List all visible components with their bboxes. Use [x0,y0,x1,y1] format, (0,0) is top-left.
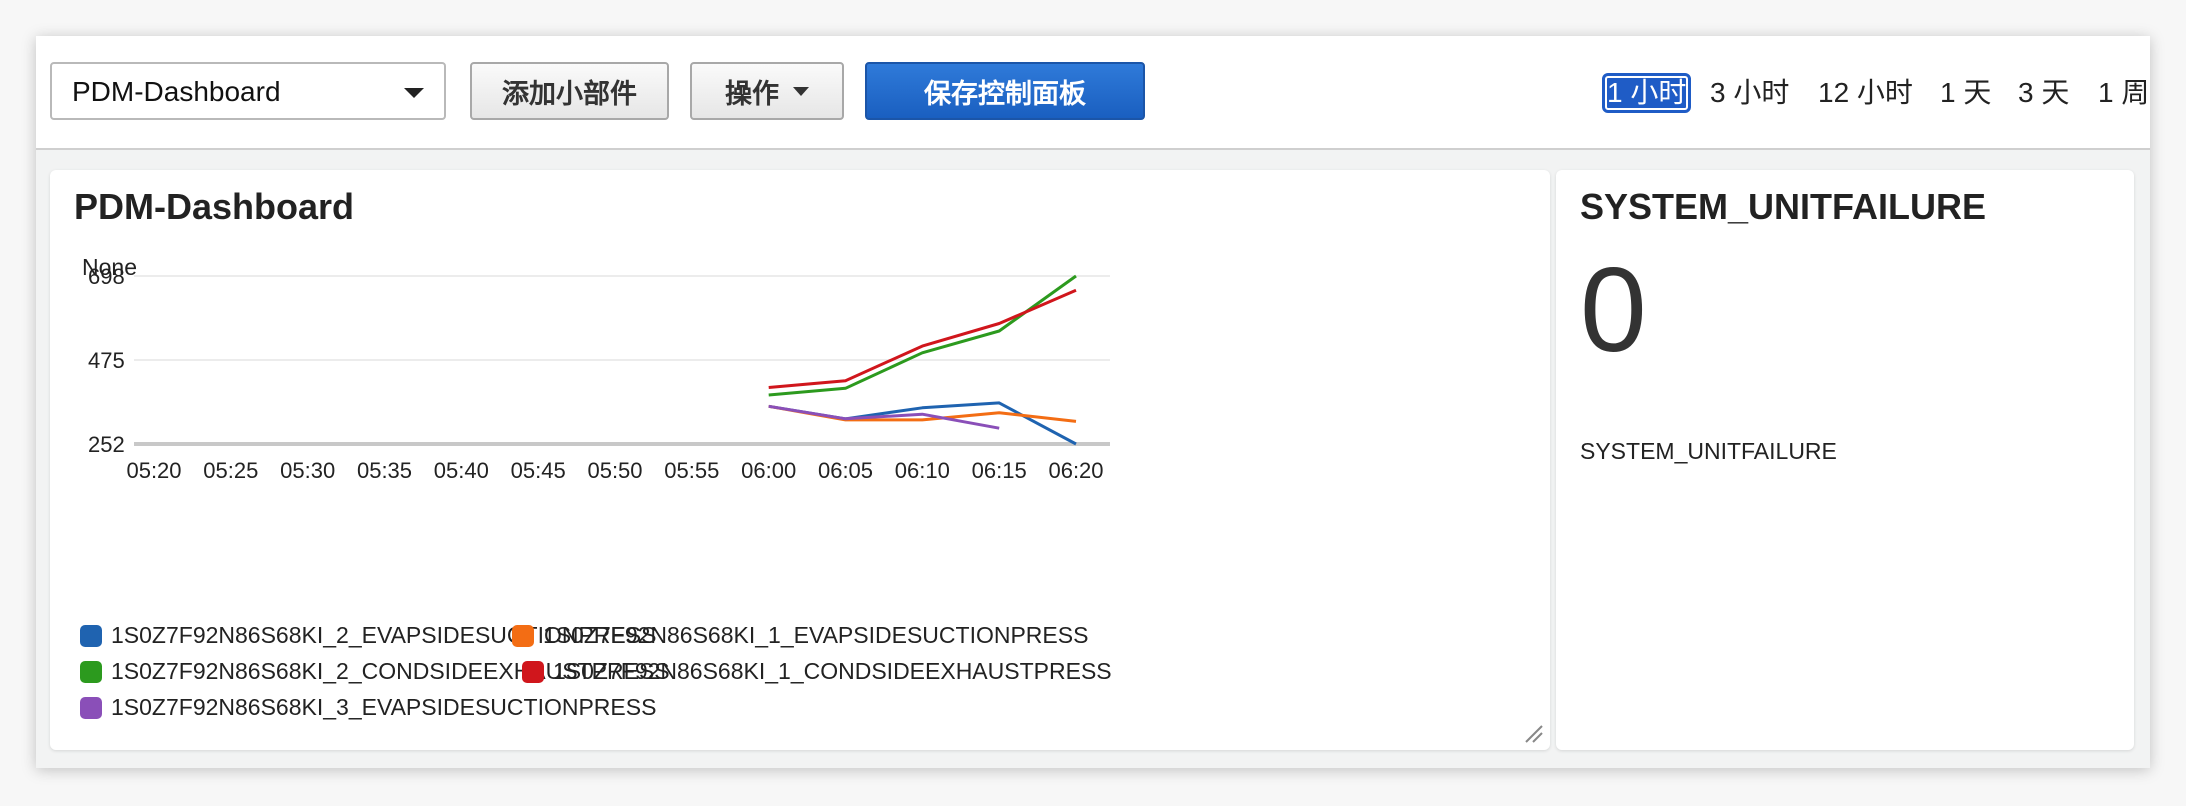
actions-button[interactable]: 操作 [690,62,844,120]
legend-swatch [512,624,534,647]
dashboard-select[interactable]: PDM-Dashboard [50,62,446,120]
save-dashboard-button[interactable]: 保存控制面板 [865,62,1145,120]
time-range-12h[interactable]: 12 小时 [1818,76,1913,110]
chevron-down-icon [404,88,424,98]
add-widget-button[interactable]: 添加小部件 [470,62,669,120]
time-range-3h[interactable]: 3 小时 [1710,76,1789,110]
x-tick-label: 05:30 [280,458,335,483]
legend-label: 1S0Z7F92N86S68KI_1_CONDSIDEEXHAUSTPRESS [553,658,1112,684]
time-range-1w[interactable]: 1 周 [2098,76,2149,110]
resize-handle-icon[interactable] [1522,722,1544,744]
time-range-1h[interactable]: 1 小时 [1602,73,1692,113]
number-widget: SYSTEM_UNITFAILURE 0 SYSTEM_UNITFAILURE [1556,170,2134,750]
x-tick-label: 05:55 [664,458,719,483]
x-tick-label: 06:15 [972,458,1027,483]
metric-value: 0 [1580,243,1647,377]
legend-item[interactable]: 1S0Z7F92N86S68KI_1_CONDSIDEEXHAUSTPRESS [522,658,1112,685]
line-chart-widget: PDM-Dashboard None 252 475 698 05:20 05:25 05… [50,170,1550,750]
x-tick-label: 05:45 [511,458,566,483]
legend-label: 1S0Z7F92N86S68KI_1_EVAPSIDESUCTIONPRESS [543,622,1089,648]
metric-label: SYSTEM_UNITFAILURE [1580,438,1837,464]
toolbar: PDM-Dashboard 添加小部件 操作 保存控制面板 1 小时 3 小时 … [36,36,2150,150]
legend-swatch [522,660,544,683]
legend-swatch [80,696,102,719]
y-tick-label: 698 [88,264,125,289]
legend-item[interactable]: 1S0Z7F92N86S68KI_3_EVAPSIDESUCTIONPRESS [80,694,656,721]
dashboard-window: PDM-Dashboard 添加小部件 操作 保存控制面板 1 小时 3 小时 … [36,36,2150,768]
series-line-4 [768,288,1077,389]
x-tick-label: 05:20 [126,458,181,483]
x-tick-label: 06:05 [818,458,873,483]
x-tick-label: 05:35 [357,458,412,483]
time-range-1d[interactable]: 1 天 [1940,76,1991,110]
legend-item[interactable]: 1S0Z7F92N86S68KI_1_EVAPSIDESUCTIONPRESS [512,622,1088,649]
actions-label: 操作 [725,78,779,109]
x-tick-label: 06:00 [741,458,796,483]
x-tick-label: 05:40 [434,458,489,483]
x-tick-label: 06:10 [895,458,950,483]
x-tick-label: 06:20 [1048,458,1103,483]
legend-swatch [80,624,102,647]
line-chart: 252 475 698 05:20 05:25 05:30 05:35 05:40 05:45 0… [88,264,1110,483]
legend-swatch [80,660,102,683]
y-tick-label: 252 [88,432,125,457]
legend-label: 1S0Z7F92N86S68KI_3_EVAPSIDESUCTIONPRESS [111,694,657,720]
series-line-1 [768,401,1077,446]
dashboard-select-value: PDM-Dashboard [72,76,281,107]
x-tick-label: 05:25 [203,458,258,483]
widget-title: SYSTEM_UNITFAILURE [1580,186,1987,227]
chevron-down-icon [793,86,809,96]
series-line-3 [768,274,1077,397]
y-tick-label: 475 [88,348,125,373]
time-range-3d[interactable]: 3 天 [2018,76,2069,110]
x-tick-label: 05:50 [587,458,642,483]
